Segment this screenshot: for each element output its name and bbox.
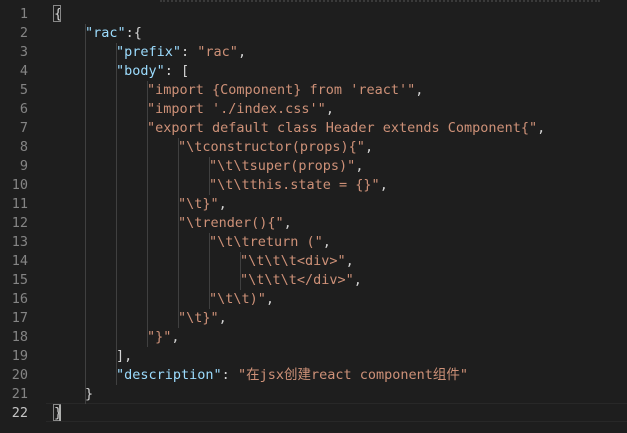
- json-string: "}": [147, 329, 172, 345]
- code-line: "import './index.css'",: [147, 100, 334, 119]
- code-line: "\t}",: [178, 195, 227, 214]
- code-line: "\t\tthis.state = {}",: [209, 176, 388, 195]
- line-number: 8: [19, 139, 28, 155]
- code-editor[interactable]: 1 2 3 4 5 6 7 8 9 10 11 12 13 14 15 16 17 18 19 20 21 22 {"ra…: [0, 0, 627, 433]
- json-key: "prefix": [116, 44, 182, 60]
- line-number: 5: [19, 82, 28, 98]
- code-line: "\t\t\t<div>",: [240, 252, 354, 271]
- json-punctuation: ,: [364, 139, 374, 155]
- json-punctuation: }: [85, 386, 94, 402]
- line-number: 22: [11, 405, 28, 421]
- line-number: 17: [11, 310, 28, 326]
- code-line: "prefix": "rac",: [116, 43, 246, 62]
- json-punctuation: ,: [265, 291, 275, 307]
- json-string: "\t\t\t</div>": [240, 272, 354, 288]
- line-number: 21: [11, 386, 28, 402]
- json-punctuation: ,: [218, 196, 227, 212]
- json-punctuation: ,: [218, 310, 227, 326]
- json-punctuation: ,: [237, 44, 247, 60]
- json-string: "export default class Header extends Com…: [147, 120, 538, 136]
- code-line: "\t\treturn (",: [209, 233, 331, 252]
- line-number: 18: [11, 329, 28, 345]
- json-punctuation: ,: [345, 253, 354, 269]
- line-number: 10: [11, 177, 28, 193]
- code-line: "description": "在jsx创建react component组件": [116, 366, 468, 385]
- indent-guide: [240, 252, 241, 290]
- line-number: 15: [11, 272, 28, 288]
- line-number: 16: [11, 291, 28, 307]
- code-line: "\t\t\t</div>",: [240, 271, 362, 290]
- code-line: ],: [116, 347, 132, 366]
- line-number: 6: [19, 101, 28, 117]
- json-string: "\t\tthis.state = {}": [209, 177, 380, 193]
- json-punctuation: ,: [283, 215, 292, 231]
- code-line: "\t\t)",: [209, 290, 274, 309]
- code-line: "body": [: [116, 62, 189, 81]
- code-line: "import {Component} from 'react'",: [147, 81, 423, 100]
- code-line: }: [85, 385, 93, 404]
- indent-guide: [178, 138, 179, 328]
- json-punctuation: :{: [125, 25, 142, 41]
- json-punctuation: :: [221, 367, 238, 383]
- line-number: 9: [19, 158, 28, 174]
- json-string: "在jsx创建react component组件": [237, 367, 468, 383]
- text-cursor: [59, 405, 61, 421]
- indent-guide: [147, 81, 148, 347]
- json-string: "\t\tsuper(props)": [209, 158, 356, 174]
- line-number: 19: [11, 348, 28, 364]
- json-punctuation: ,: [355, 158, 364, 174]
- json-string: "import './index.css'": [147, 101, 326, 117]
- json-string: "\t}": [178, 196, 219, 212]
- json-key: "body": [116, 63, 165, 79]
- json-key: "description": [116, 367, 222, 383]
- json-punctuation: ,: [171, 329, 180, 345]
- line-number-gutter[interactable]: 1 2 3 4 5 6 7 8 9 10 11 12 13 14 15 16 17 18 19 20 21 22: [0, 0, 46, 433]
- json-punctuation: ,: [353, 272, 362, 288]
- json-punctuation: :: [181, 44, 198, 60]
- line-number: 13: [11, 234, 28, 250]
- json-punctuation: ,: [415, 82, 424, 98]
- json-string: "\t}": [178, 310, 219, 326]
- code-area[interactable]: {"rac":{"prefix": "rac", "body": ["import…: [54, 0, 627, 433]
- json-string: "\t\t\t<div>": [240, 253, 346, 269]
- json-string: "import {Component} from 'react'": [147, 82, 416, 98]
- json-punctuation: ,: [325, 101, 334, 117]
- line-number: 12: [11, 215, 28, 231]
- line-number: 14: [11, 253, 28, 269]
- json-key: "rac": [85, 25, 126, 41]
- json-punctuation: ,: [322, 234, 331, 250]
- code-line: "\trender(){",: [178, 214, 292, 233]
- code-line: "rac":{: [85, 24, 142, 43]
- line-number: 1: [19, 6, 28, 22]
- code-line: "\t}",: [178, 309, 227, 328]
- json-string: "\t\t)": [209, 291, 266, 307]
- json-punctuation: ,: [379, 177, 388, 193]
- matching-bracket-top: [53, 5, 61, 22]
- line-number: 4: [19, 63, 28, 79]
- code-line: "\t\tsuper(props)",: [209, 157, 363, 176]
- json-punctuation: : [: [164, 63, 190, 79]
- line-number: 11: [11, 196, 28, 212]
- line-number: 2: [19, 25, 28, 41]
- json-punctuation: ,: [537, 120, 546, 136]
- line-number: 7: [19, 120, 28, 136]
- code-line: "\tconstructor(props){",: [178, 138, 373, 157]
- code-line: "}",: [147, 328, 180, 347]
- indent-guide: [209, 157, 210, 195]
- json-string: "\trender(){": [178, 215, 284, 231]
- json-string: "\t\treturn (": [209, 234, 323, 250]
- json-punctuation: ],: [116, 348, 133, 364]
- indent-guide: [209, 233, 210, 309]
- code-line: "export default class Header extends Com…: [147, 119, 545, 138]
- json-string: "\tconstructor(props){": [178, 139, 365, 155]
- line-number: 20: [11, 367, 28, 383]
- line-number: 3: [19, 44, 28, 60]
- indent-guide: [85, 24, 86, 404]
- indent-guide: [116, 43, 117, 385]
- json-string: "rac": [197, 44, 238, 60]
